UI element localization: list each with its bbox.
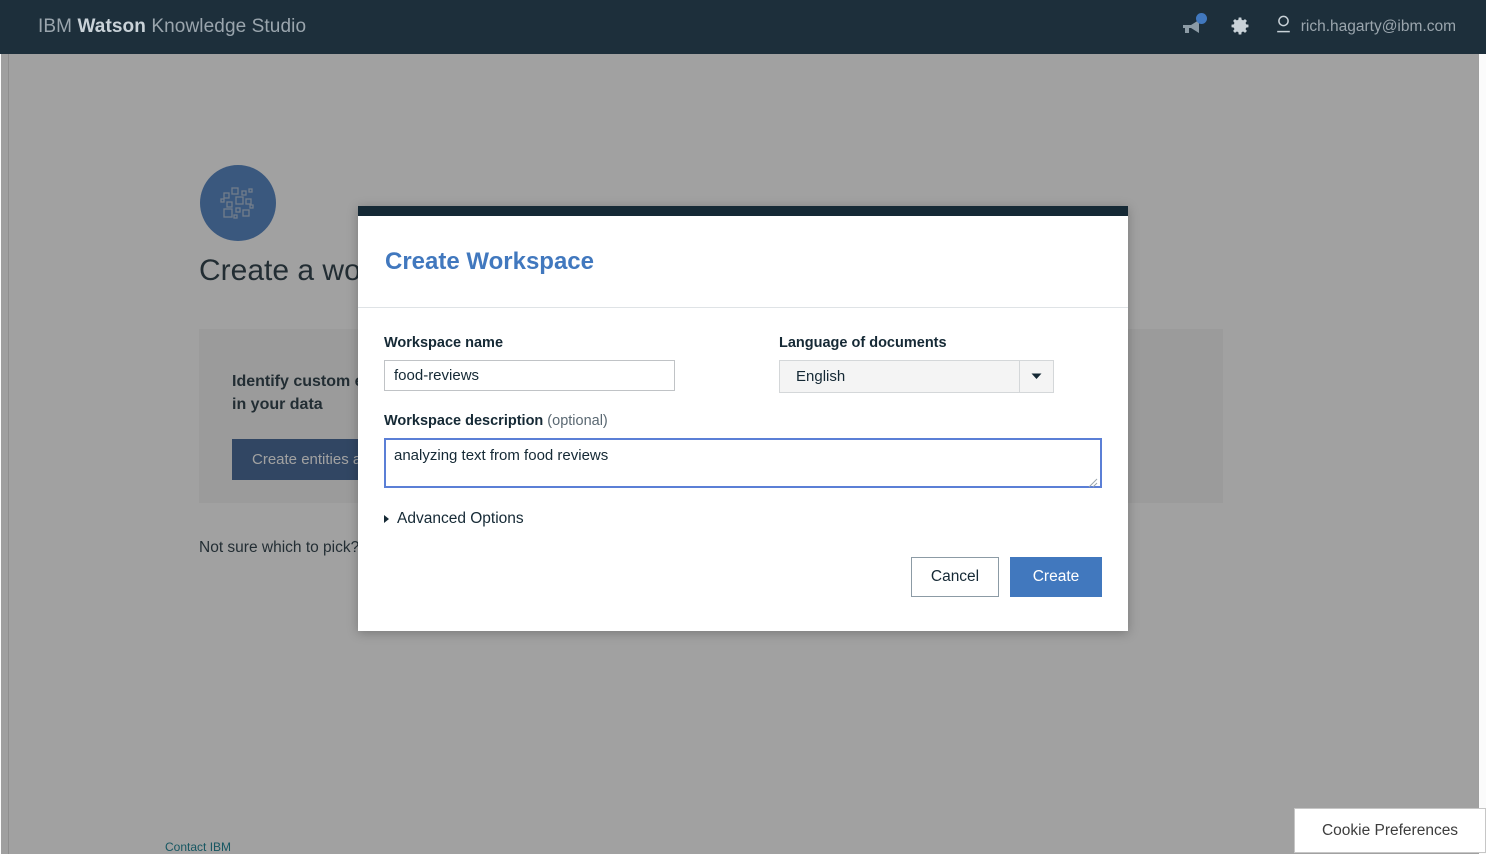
brand-bold: Watson (77, 16, 146, 37)
app-brand-title: IBM Watson Knowledge Studio (38, 16, 306, 38)
workspace-name-input[interactable] (384, 360, 675, 391)
cookie-preferences-label: Cookie Preferences (1321, 821, 1459, 839)
language-label: Language of documents (779, 335, 947, 351)
advanced-options-label: Advanced Options (397, 510, 524, 527)
language-selected-value: English (780, 361, 1020, 392)
advanced-options-toggle[interactable]: Advanced Options (384, 510, 524, 528)
create-button[interactable]: Create (1010, 557, 1102, 597)
dialog-header: Create Workspace (358, 216, 1128, 308)
nav-actions: rich.hagarty@ibm.com (1179, 13, 1456, 40)
user-email-label: rich.hagarty@ibm.com (1300, 18, 1456, 35)
form-row-primary: Workspace name Language of documents Eng… (384, 335, 1102, 393)
workspace-description-field-group: Workspace description (optional) (384, 413, 1102, 488)
workspace-description-input[interactable] (384, 438, 1102, 488)
gear-icon[interactable] (1227, 14, 1253, 40)
workspace-name-field-group: Workspace name (384, 335, 675, 393)
brand-prefix: IBM (38, 16, 78, 37)
notification-badge-dot (1195, 13, 1207, 24)
cookie-preferences-button[interactable]: Cookie Preferences (1294, 808, 1486, 853)
description-label-optional: (optional) (543, 413, 608, 429)
top-navigation-bar: IBM Watson Knowledge Studio rich.hagarty… (0, 0, 1486, 54)
description-label-bold: Workspace description (384, 413, 544, 429)
cancel-button[interactable]: Cancel (911, 557, 999, 597)
page-right-edge (1478, 54, 1486, 854)
dialog-title: Create Workspace (385, 247, 594, 275)
megaphone-icon[interactable] (1179, 13, 1207, 40)
brand-suffix: Knowledge Studio (145, 16, 307, 37)
create-workspace-dialog: Create Workspace Workspace name Language… (358, 206, 1128, 631)
dialog-body: Workspace name Language of documents Eng… (358, 308, 1128, 528)
language-select[interactable]: English (779, 360, 1054, 393)
workspace-name-label: Workspace name (384, 335, 504, 351)
language-field-group: Language of documents English (779, 335, 1054, 393)
description-input-wrapper (384, 438, 1102, 488)
chevron-down-icon (1020, 361, 1053, 392)
user-account-menu[interactable]: rich.hagarty@ibm.com (1275, 15, 1456, 39)
workspace-description-label: Workspace description (optional) (384, 413, 1102, 429)
dialog-footer: Cancel Create (358, 528, 1128, 631)
user-avatar-icon (1275, 15, 1292, 39)
triangle-right-icon (384, 515, 389, 523)
dialog-accent-bar (358, 206, 1128, 216)
